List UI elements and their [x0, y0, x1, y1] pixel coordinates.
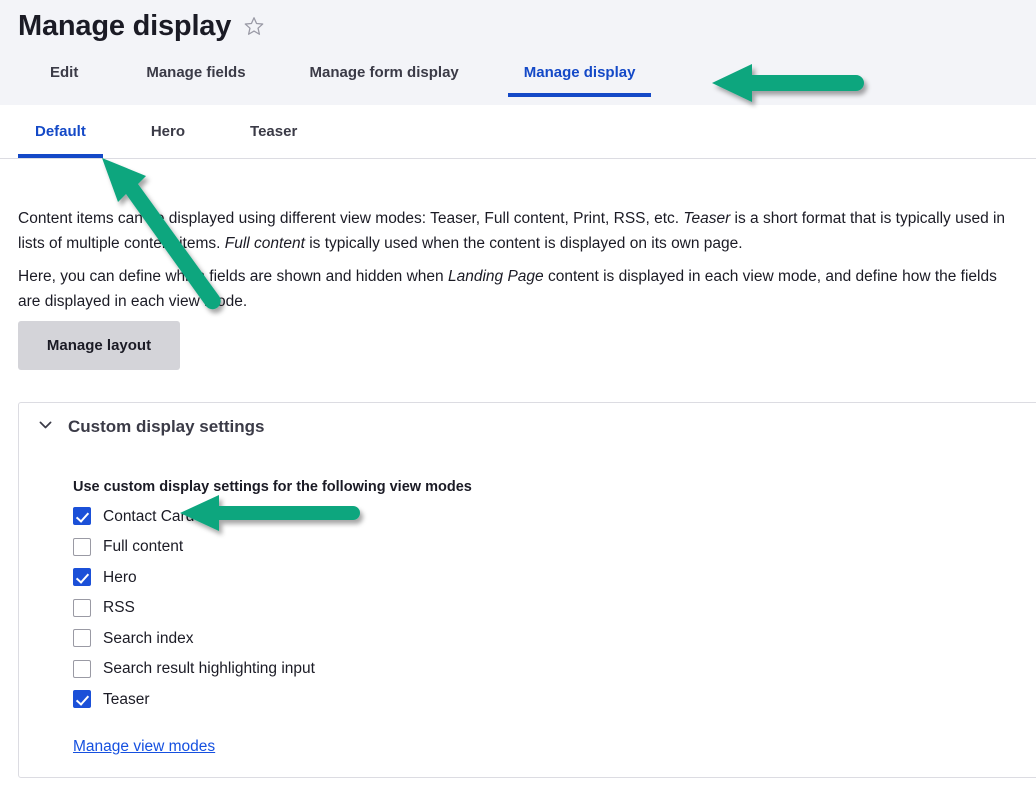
description-paragraph-2: Here, you can define which fields are sh…	[18, 264, 1008, 314]
checkbox-row-full-content[interactable]: Full content	[73, 532, 315, 563]
page-title-row: Manage display	[18, 7, 265, 45]
desc-p1-emphasis-teaser: Teaser	[683, 209, 731, 227]
checkbox-row-hero[interactable]: Hero	[73, 562, 315, 593]
checkbox-teaser[interactable]	[73, 690, 91, 709]
view-modes-checkbox-list: Contact Card Full content Hero RSS Searc…	[73, 501, 315, 715]
desc-p1-text-1: Content items can be displayed using dif…	[18, 209, 684, 227]
checkbox-full-content[interactable]	[73, 537, 91, 556]
custom-display-settings-summary[interactable]: Custom display settings	[37, 415, 264, 439]
custom-display-settings-label: Custom display settings	[68, 417, 265, 436]
desc-p2-text-1: Here, you can define which fields are sh…	[18, 267, 448, 285]
checkbox-row-rss[interactable]: RSS	[73, 593, 315, 624]
desc-p1-emphasis-full-content: Full content	[224, 234, 305, 252]
checkbox-label-rss: RSS	[103, 599, 135, 617]
checkbox-row-teaser[interactable]: Teaser	[73, 684, 315, 715]
checkbox-contact-card[interactable]	[73, 507, 91, 526]
chevron-down-icon	[37, 416, 54, 438]
checkbox-label-teaser: Teaser	[103, 690, 150, 708]
page-title: Manage display	[18, 10, 232, 42]
manage-layout-button[interactable]: Manage layout	[18, 321, 180, 370]
primary-tab-bar: Edit Manage fields Manage form display M…	[0, 62, 652, 99]
checkbox-hero[interactable]	[73, 568, 91, 587]
checkbox-row-search-index[interactable]: Search index	[73, 623, 315, 654]
desc-p2-emphasis-landing-page: Landing Page	[447, 267, 544, 285]
tab-manage-fields[interactable]: Manage fields	[146, 62, 245, 99]
subtab-teaser[interactable]: Teaser	[250, 122, 297, 142]
custom-display-settings-card: Custom display settings Use custom displ…	[18, 402, 1036, 778]
secondary-tab-bar: Default Hero Teaser	[0, 122, 1036, 159]
checkbox-rss[interactable]	[73, 598, 91, 617]
checkbox-label-search-result-highlighting-input: Search result highlighting input	[103, 660, 315, 678]
checkbox-search-result-highlighting-input[interactable]	[73, 659, 91, 678]
checkbox-label-full-content: Full content	[103, 538, 184, 556]
checkbox-row-contact-card[interactable]: Contact Card	[73, 501, 315, 532]
tab-manage-display[interactable]: Manage display	[507, 62, 652, 99]
star-icon[interactable]	[243, 15, 265, 42]
subtab-hero[interactable]: Hero	[151, 122, 185, 142]
view-modes-legend: Use custom display settings for the foll…	[73, 479, 472, 495]
subtab-default[interactable]: Default	[18, 122, 103, 158]
manage-view-modes-link[interactable]: Manage view modes	[73, 736, 215, 757]
checkbox-search-index[interactable]	[73, 629, 91, 648]
checkbox-label-contact-card: Contact Card	[103, 507, 195, 525]
checkbox-label-search-index: Search index	[103, 629, 194, 647]
checkbox-label-hero: Hero	[103, 568, 137, 586]
checkbox-row-search-result-highlighting-input[interactable]: Search result highlighting input	[73, 654, 315, 685]
tab-manage-form-display[interactable]: Manage form display	[310, 62, 459, 99]
description-paragraph-1: Content items can be displayed using dif…	[18, 206, 1008, 256]
desc-p1-text-3: is typically used when the content is di…	[304, 234, 743, 252]
tab-edit[interactable]: Edit	[50, 62, 78, 99]
